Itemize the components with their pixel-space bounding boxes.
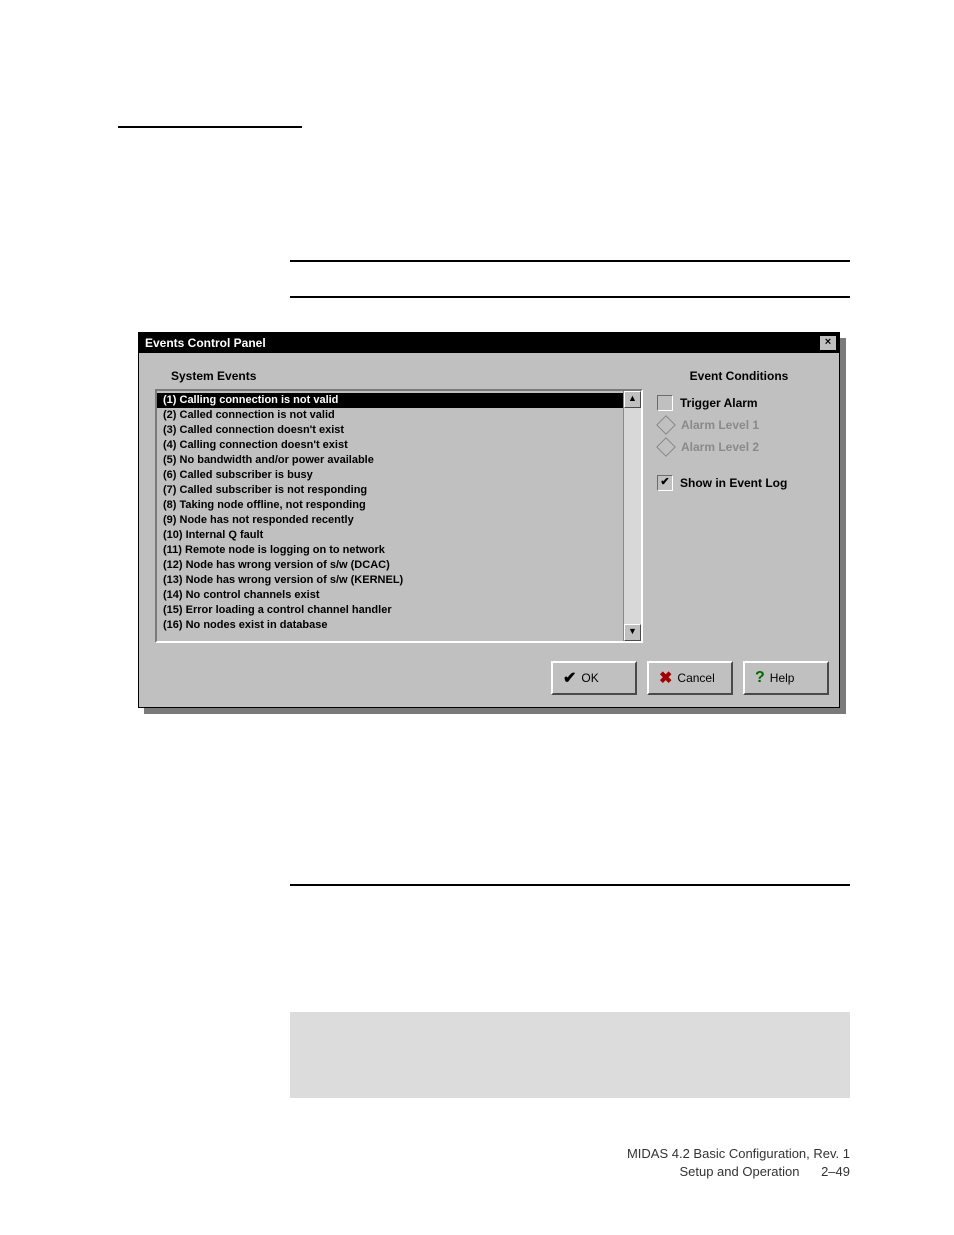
option-label: Alarm Level 1	[681, 418, 759, 432]
callout-box	[290, 1012, 850, 1098]
system-events-listbox[interactable]: (1) Calling connection is not valid (2) …	[155, 389, 643, 643]
option-label: Show in Event Log	[680, 476, 787, 490]
list-item[interactable]: (4) Calling connection doesn't exist	[157, 438, 624, 453]
diamond-icon	[656, 437, 676, 457]
event-conditions-pane: Event Conditions Trigger Alarm Alarm Lev…	[647, 363, 831, 643]
top-divider	[118, 126, 302, 128]
list-item[interactable]: (9) Node has not responded recently	[157, 513, 624, 528]
page-number: 2–49	[821, 1163, 850, 1181]
checkbox-icon[interactable]: ✔	[657, 475, 673, 491]
checkbox-icon[interactable]	[657, 395, 673, 411]
section-divider-lower	[290, 884, 850, 886]
list-item[interactable]: (7) Called subscriber is not responding	[157, 483, 624, 498]
button-label: OK	[581, 671, 598, 685]
trigger-alarm-option[interactable]: Trigger Alarm	[653, 393, 825, 415]
scrollbar[interactable]: ▲ ▼	[623, 391, 641, 641]
section-divider-upper-2	[290, 296, 850, 298]
check-icon: ✔	[563, 668, 576, 688]
footer-line-1: MIDAS 4.2 Basic Configuration, Rev. 1	[627, 1145, 850, 1163]
x-icon: ✖	[659, 668, 672, 688]
window-title: Events Control Panel	[145, 336, 266, 350]
events-control-panel-dialog: Events Control Panel × System Events (1)…	[138, 332, 850, 708]
list-item[interactable]: (10) Internal Q fault	[157, 528, 624, 543]
scroll-down-icon[interactable]: ▼	[624, 624, 641, 641]
button-label: Cancel	[677, 671, 714, 685]
list-item[interactable]: (6) Called subscriber is busy	[157, 468, 624, 483]
option-label: Alarm Level 2	[681, 440, 759, 454]
option-label: Trigger Alarm	[680, 396, 758, 410]
system-events-heading: System Events	[147, 363, 647, 389]
list-item[interactable]: (1) Calling connection is not valid	[157, 393, 624, 408]
list-item[interactable]: (16) No nodes exist in database	[157, 618, 624, 633]
cancel-button[interactable]: ✖ Cancel	[647, 661, 733, 695]
page-footer: MIDAS 4.2 Basic Configuration, Rev. 1 Se…	[627, 1145, 850, 1181]
list-item[interactable]: (13) Node has wrong version of s/w (KERN…	[157, 573, 624, 588]
list-item[interactable]: (2) Called connection is not valid	[157, 408, 624, 423]
list-item[interactable]: (8) Taking node offline, not responding	[157, 498, 624, 513]
button-label: Help	[770, 671, 795, 685]
system-events-list[interactable]: (1) Calling connection is not valid (2) …	[157, 391, 624, 641]
help-button[interactable]: ? Help	[743, 661, 829, 695]
alarm-level-1-option: Alarm Level 1	[653, 415, 825, 437]
ok-button[interactable]: ✔ OK	[551, 661, 637, 695]
list-item[interactable]: (12) Node has wrong version of s/w (DCAC…	[157, 558, 624, 573]
dialog-button-row: ✔ OK ✖ Cancel ? Help	[139, 651, 839, 707]
section-divider-upper-1	[290, 260, 850, 262]
close-icon[interactable]: ×	[819, 335, 837, 351]
alarm-level-2-option: Alarm Level 2	[653, 437, 825, 459]
list-item[interactable]: (14) No control channels exist	[157, 588, 624, 603]
list-item[interactable]: (11) Remote node is logging on to networ…	[157, 543, 624, 558]
scroll-up-icon[interactable]: ▲	[624, 391, 641, 408]
list-item[interactable]: (3) Called connection doesn't exist	[157, 423, 624, 438]
footer-line-2-text: Setup and Operation	[679, 1164, 799, 1179]
list-item[interactable]: (5) No bandwidth and/or power available	[157, 453, 624, 468]
diamond-icon	[656, 415, 676, 435]
list-item[interactable]: (15) Error loading a control channel han…	[157, 603, 624, 618]
show-in-event-log-option[interactable]: ✔ Show in Event Log	[653, 473, 825, 495]
system-events-pane: System Events (1) Calling connection is …	[147, 363, 647, 643]
question-icon: ?	[755, 669, 765, 687]
event-conditions-heading: Event Conditions	[653, 369, 825, 393]
titlebar: Events Control Panel ×	[139, 333, 839, 353]
